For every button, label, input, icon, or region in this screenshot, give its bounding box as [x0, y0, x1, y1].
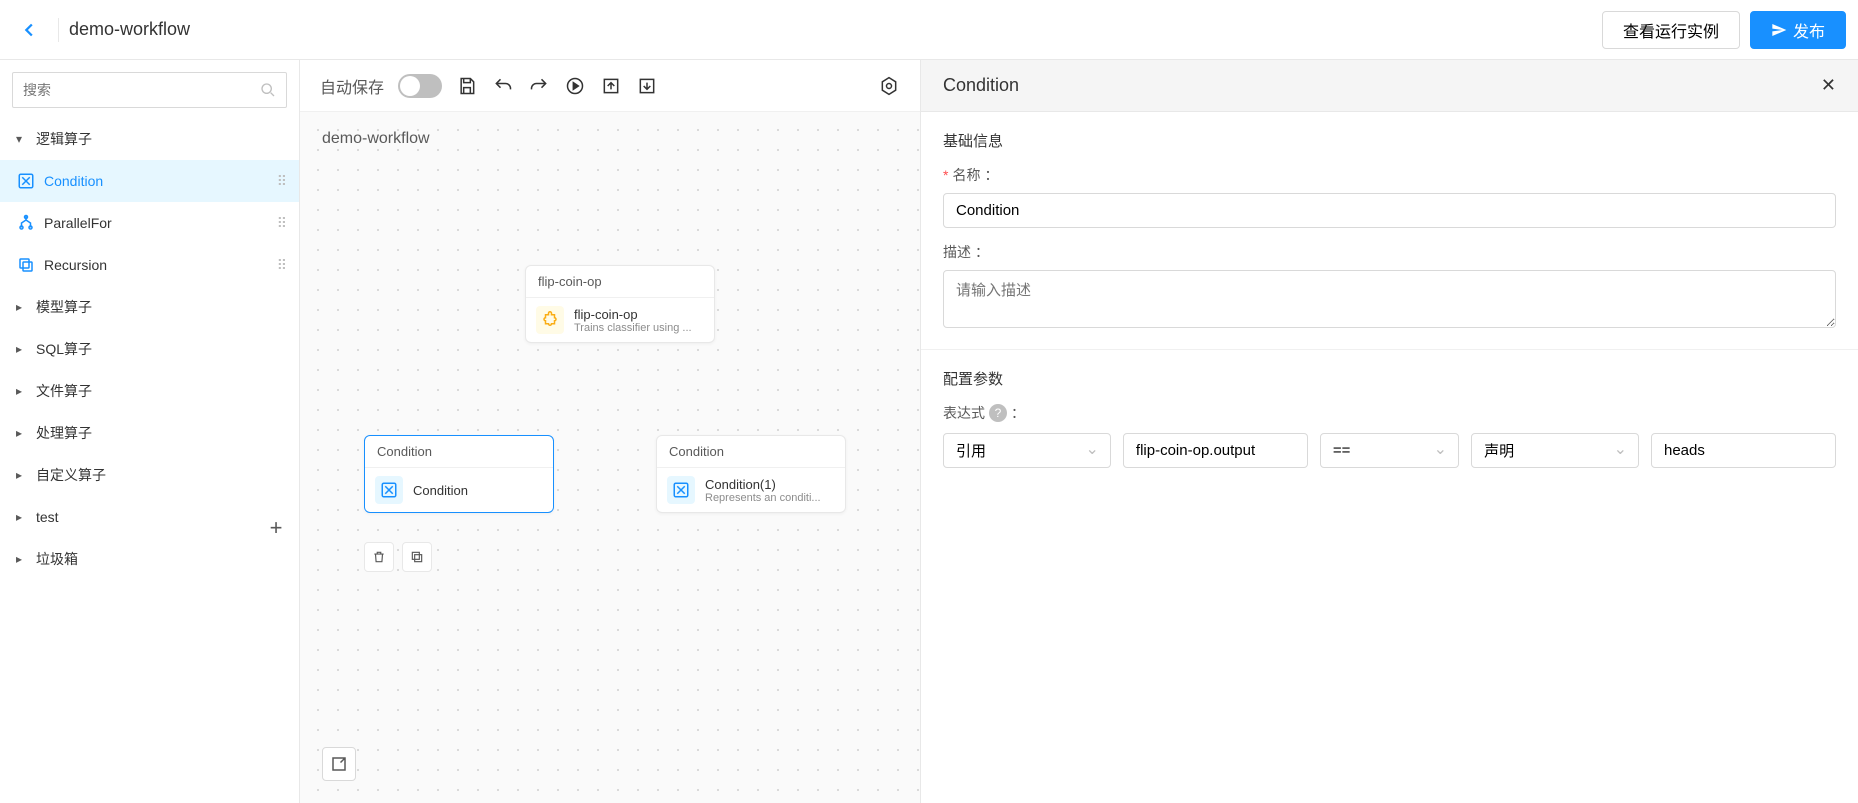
- panel-header: Condition ✕: [921, 60, 1858, 112]
- caret-right-icon: ▸: [16, 552, 28, 566]
- back-button[interactable]: [12, 12, 48, 48]
- desc-label: 描述：: [943, 242, 1836, 262]
- condition-icon: [16, 171, 36, 191]
- node-condition-1[interactable]: Condition Condition(1)Represents an cond…: [656, 435, 846, 513]
- sidebar-group-trash[interactable]: ▸垃圾箱: [0, 538, 299, 580]
- node-header: Condition: [365, 436, 553, 468]
- view-runs-button[interactable]: 查看运行实例: [1602, 11, 1740, 49]
- save-icon[interactable]: [456, 75, 478, 97]
- caret-right-icon: ▸: [16, 510, 28, 524]
- sidebar-item-parallelfor[interactable]: ParallelFor ⠿: [0, 202, 299, 244]
- import-icon[interactable]: [636, 75, 658, 97]
- sidebar-group-logic[interactable]: ▾ 逻辑算子: [0, 118, 299, 160]
- sidebar-group-process[interactable]: ▸处理算子: [0, 412, 299, 454]
- undo-icon[interactable]: [492, 75, 514, 97]
- sidebar-group-sql[interactable]: ▸SQL算子: [0, 328, 299, 370]
- autosave-toggle[interactable]: [398, 74, 442, 98]
- caret-right-icon: ▸: [16, 426, 28, 440]
- caret-right-icon: ▸: [16, 468, 28, 482]
- caret-right-icon: ▸: [16, 384, 28, 398]
- add-button[interactable]: +: [264, 516, 288, 540]
- node-condition[interactable]: Condition Condition: [364, 435, 554, 513]
- fullscreen-button[interactable]: [322, 747, 356, 781]
- desc-input[interactable]: [943, 270, 1836, 328]
- redo-icon[interactable]: [528, 75, 550, 97]
- run-icon[interactable]: [564, 75, 586, 97]
- node-header: flip-coin-op: [526, 266, 714, 298]
- condition-icon: [375, 476, 403, 504]
- sidebar: ▾ 逻辑算子 Condition ⠿ ParallelFor ⠿ Recursi…: [0, 60, 300, 803]
- section-config-params: 配置参数: [943, 368, 1836, 389]
- recursion-icon: [16, 255, 36, 275]
- expr-right-value-input[interactable]: [1651, 433, 1836, 468]
- export-icon[interactable]: [600, 75, 622, 97]
- expr-left-type-select[interactable]: [943, 433, 1111, 468]
- copy-node-button[interactable]: [402, 542, 432, 572]
- canvas-title: demo-workflow: [322, 130, 430, 148]
- caret-right-icon: ▸: [16, 342, 28, 356]
- sidebar-group-file[interactable]: ▸文件算子: [0, 370, 299, 412]
- app-header: demo-workflow 查看运行实例 发布: [0, 0, 1858, 60]
- sidebar-group-model[interactable]: ▸模型算子: [0, 286, 299, 328]
- sidebar-group-test[interactable]: ▸test: [0, 496, 299, 538]
- condition-icon: [667, 476, 695, 504]
- caret-down-icon: ▾: [16, 132, 28, 146]
- autosave-label: 自动保存: [320, 74, 384, 98]
- expr-label: 表达式 ?：: [943, 403, 1836, 423]
- sidebar-item-recursion[interactable]: Recursion ⠿: [0, 244, 299, 286]
- search-input[interactable]: [12, 72, 287, 108]
- drag-handle-icon[interactable]: ⠿: [277, 215, 285, 232]
- puzzle-icon: [536, 306, 564, 334]
- canvas-area: 自动保存 demo-workflow flip-coin-op flip-coi…: [300, 60, 920, 803]
- node-actions: [364, 542, 432, 572]
- drag-handle-icon[interactable]: ⠿: [277, 173, 285, 190]
- divider: [58, 18, 59, 42]
- workflow-canvas[interactable]: demo-workflow flip-coin-op flip-coin-opT…: [300, 112, 920, 803]
- name-label: *名称：: [943, 165, 1836, 185]
- properties-panel: Condition ✕ 基础信息 *名称： 描述： 配置参数 表达式 ?：: [920, 60, 1858, 803]
- search-icon: [260, 82, 276, 98]
- close-panel-button[interactable]: ✕: [1821, 75, 1836, 96]
- expr-left-value-input[interactable]: [1123, 433, 1308, 468]
- delete-node-button[interactable]: [364, 542, 394, 572]
- settings-hex-icon[interactable]: [878, 75, 900, 97]
- section-basic-info: 基础信息: [943, 130, 1836, 151]
- expr-right-type-select[interactable]: [1471, 433, 1639, 468]
- node-flip-coin-op[interactable]: flip-coin-op flip-coin-opTrains classifi…: [525, 265, 715, 343]
- caret-right-icon: ▸: [16, 300, 28, 314]
- sidebar-group-custom[interactable]: ▸自定义算子: [0, 454, 299, 496]
- expr-operator-select[interactable]: [1320, 433, 1459, 468]
- help-icon[interactable]: ?: [989, 404, 1007, 422]
- toolbar: 自动保存: [300, 60, 920, 112]
- publish-button[interactable]: 发布: [1750, 11, 1846, 49]
- page-title: demo-workflow: [69, 19, 1602, 40]
- node-header: Condition: [657, 436, 845, 468]
- name-input[interactable]: [943, 193, 1836, 228]
- drag-handle-icon[interactable]: ⠿: [277, 257, 285, 274]
- sidebar-item-condition[interactable]: Condition ⠿: [0, 160, 299, 202]
- parallel-icon: [16, 213, 36, 233]
